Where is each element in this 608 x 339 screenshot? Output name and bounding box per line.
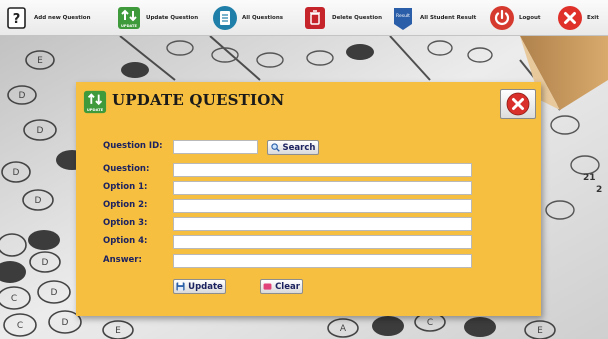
answer-label: Answer: — [103, 255, 142, 265]
option4-label: Option 4: — [103, 236, 148, 246]
option2-input[interactable] — [173, 199, 472, 213]
exit-button[interactable]: Exit — [557, 4, 599, 32]
logout-button[interactable]: Logout — [489, 4, 541, 32]
option1-label: Option 1: — [103, 182, 148, 192]
all-student-result-label: All Student Result — [420, 15, 477, 21]
clear-button-label: Clear — [275, 281, 300, 292]
svg-text:E: E — [37, 56, 43, 66]
clear-button[interactable]: Clear — [260, 279, 303, 294]
svg-text:A: A — [340, 324, 347, 334]
update-question-dialog: UPDATE UPDATE QUESTION Question ID: Sear… — [76, 82, 541, 316]
document-list-icon — [213, 6, 237, 30]
update-arrows-icon: UPDATE — [83, 90, 107, 114]
update-question-button[interactable]: UPDATE Update Question — [116, 4, 198, 32]
svg-text:D: D — [35, 196, 42, 206]
option3-input[interactable] — [173, 217, 472, 231]
search-icon — [270, 143, 280, 152]
add-new-question-button[interactable]: ? Add new Question — [4, 4, 91, 32]
result-badge-icon: Result — [394, 8, 412, 30]
update-question-label: Update Question — [146, 15, 199, 21]
all-questions-label: All Questions — [242, 15, 284, 21]
close-dialog-button[interactable] — [500, 89, 536, 119]
power-icon — [490, 6, 514, 30]
update-arrows-icon: UPDATE — [118, 7, 140, 29]
option3-label: Option 3: — [103, 218, 148, 228]
update-button-label: Update — [188, 281, 223, 292]
eraser-icon — [263, 283, 272, 290]
update-button[interactable]: Update — [173, 279, 226, 294]
all-student-result-button[interactable]: Result All Student Result — [390, 4, 476, 32]
option1-input[interactable] — [173, 181, 472, 195]
question-label: Question: — [103, 164, 150, 174]
search-button[interactable]: Search — [267, 140, 319, 155]
svg-text:UPDATE: UPDATE — [87, 108, 104, 112]
svg-text:D: D — [37, 126, 44, 136]
dialog-title: UPDATE QUESTION — [112, 91, 285, 109]
svg-text:Result: Result — [396, 13, 410, 19]
svg-text:D: D — [51, 288, 58, 298]
close-icon — [506, 92, 530, 116]
exit-label: Exit — [587, 15, 599, 21]
answer-input[interactable] — [173, 254, 472, 268]
option2-label: Option 2: — [103, 200, 148, 210]
bg-number-21: 21 — [583, 173, 596, 183]
option4-input[interactable] — [173, 235, 472, 249]
trash-icon — [305, 7, 325, 29]
search-button-label: Search — [282, 142, 316, 153]
question-id-label: Question ID: — [103, 141, 163, 151]
question-input[interactable] — [173, 163, 472, 177]
question-id-input[interactable] — [173, 140, 258, 154]
svg-text:UPDATE: UPDATE — [121, 24, 137, 28]
svg-text:C: C — [17, 321, 23, 331]
bg-number-2: 2 — [596, 185, 602, 195]
svg-text:C: C — [427, 318, 433, 328]
delete-question-button[interactable]: Delete Question — [302, 4, 382, 32]
svg-text:C: C — [11, 294, 17, 304]
save-disk-icon — [176, 282, 185, 291]
svg-text:D: D — [62, 318, 69, 328]
main-toolbar: ? Add new Question UPDATE Update Questio… — [0, 0, 608, 36]
logout-label: Logout — [519, 15, 541, 21]
help-question-icon: ? — [7, 7, 26, 29]
add-new-question-label: Add new Question — [34, 15, 91, 21]
svg-text:D: D — [42, 258, 49, 268]
delete-question-label: Delete Question — [332, 15, 382, 21]
svg-text:E: E — [537, 326, 543, 336]
svg-text:D: D — [19, 91, 26, 101]
svg-text:E: E — [115, 326, 121, 336]
svg-text:?: ? — [13, 12, 21, 27]
all-questions-button[interactable]: All Questions — [212, 4, 283, 32]
close-circle-icon — [558, 6, 582, 30]
svg-text:D: D — [13, 168, 20, 178]
